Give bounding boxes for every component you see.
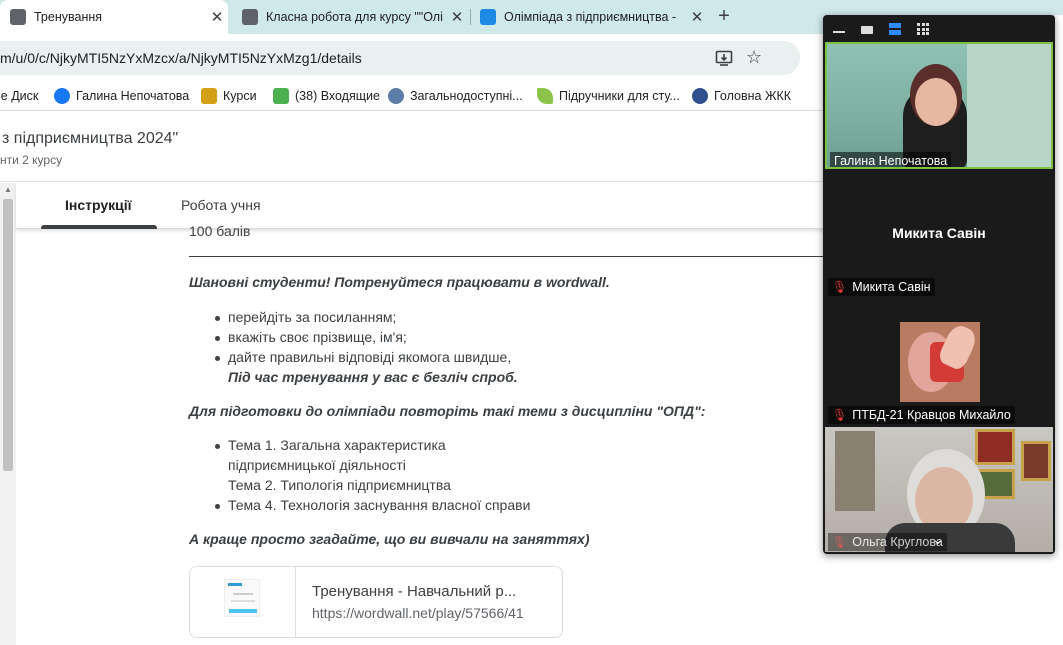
close-icon[interactable]: ✕ [446,8,468,26]
browser-tab-olympiad[interactable]: Олімпіада з підприємництва - ✕ [470,0,708,34]
list-item: вкажіть своє прізвище, ім'я; [215,329,407,345]
classroom-icon [242,9,258,25]
page-edge [1055,15,1063,645]
chevron-down-icon[interactable]: ⌄ [932,531,944,548]
bookmark-public[interactable]: Загальнодоступні... [388,87,523,105]
sites-icon [480,9,496,25]
tries-note: Під час тренування у вас є безліч спроб. [228,369,518,385]
address-bar[interactable]: m/u/0/c/NjkyMTI5NzYxMzcx/a/NjkyMTI5NzYxM… [0,41,800,75]
list-item: перейдіть за посиланням; [214,309,397,325]
tab-student-work[interactable]: Робота учня [181,197,261,213]
participant-name: Ольга Круглова [852,535,943,549]
wall-painting [975,429,1015,465]
bookmark-star-icon[interactable]: ☆ [746,47,762,68]
close-icon[interactable]: ✕ [206,8,228,26]
browser-tab-title: Тренування [34,10,103,24]
link-title: Тренування - Навчальний р... [312,583,517,600]
scrollbar[interactable]: ▲ [0,183,16,645]
participant-label: 🎙 Микита Савін [828,278,935,296]
video-tile-participant[interactable]: 🎙 Ольга Круглова ⌄ [825,427,1053,552]
facebook-icon [54,88,70,104]
bookmark-facebook[interactable]: Галина Непочатова [54,87,189,105]
bookmark-textbooks[interactable]: Підручники для сту... [537,87,680,105]
video-panel-toolbar [823,15,1055,41]
mail-icon [273,88,289,104]
courses-icon [201,88,217,104]
participant-center-name: Микита Савін [892,225,986,241]
bookmark-label: Підручники для сту... [559,89,680,103]
bookmark-label: Головна ЖКК [714,89,792,103]
divider [189,256,829,257]
browser-tab-training[interactable]: Тренування ✕ [0,0,228,34]
list-item: дайте правильні відповіді якомога швидше… [214,349,512,365]
globe-icon [692,88,708,104]
leaf-icon [537,88,553,104]
list-item-continuation: Тема 2. Типологія підприємництва [228,477,451,493]
url-text: m/u/0/c/NjkyMTI5NzYxMzcx/a/NjkyMTI5NzYxM… [0,50,362,66]
video-tile-camera-off[interactable]: Микита Савін 🎙 Микита Савін [825,172,1053,298]
speaker-view-icon[interactable] [889,23,901,35]
browser-tab-title: Класна робота для курсу ""Олі [266,10,443,24]
participant-label: 🎙 ПТБД-21 Кравцов Михайло [828,406,1015,424]
participant-label: 🎙 Ольга Круглова [828,533,947,551]
participant-name: ПТБД-21 Кравцов Михайло [852,408,1011,422]
bookmark-drive[interactable]: le Диск [0,87,38,105]
muted-mic-icon: 🎙 [832,535,848,549]
video-call-panel: Галина Непочатова Микита Савін 🎙 Микита … [823,15,1055,554]
hide-video-icon[interactable] [861,26,873,34]
muted-mic-icon: 🎙 [832,408,848,422]
page-subtitle: нти 2 курсу [0,153,63,167]
tab-instructions[interactable]: Інструкції [65,197,132,213]
muted-mic-icon: 🎙 [832,280,848,294]
video-tile-speaker[interactable]: Галина Непочатова [825,42,1053,169]
bookmark-label: Курси [223,89,257,103]
bookmark-mail[interactable]: (38) Входящие [273,87,380,105]
bookmark-label: Загальнодоступні... [410,89,523,103]
participant-name: Галина Непочатова [830,152,952,167]
video-tile-participant[interactable]: 🎙 ПТБД-21 Кравцов Михайло [825,300,1053,426]
video-thumbnail [900,322,980,402]
face-shape [915,78,957,126]
scroll-up-icon[interactable]: ▲ [4,185,12,194]
closing-text: А краще просто згадайте, що ви вивчали н… [189,531,590,547]
scroll-thumb[interactable] [3,199,13,471]
greeting-text: Шановні студенти! Потренуйтеся працювати… [189,274,610,290]
list-item-continuation: підприємницької діяльності [228,457,406,473]
participant-name: Микита Савін [852,280,931,294]
bookmark-label: le Диск [0,89,39,103]
active-tab-indicator [41,225,157,229]
list-item: Тема 4. Технологія заснування власної сп… [214,497,531,513]
close-icon[interactable]: ✕ [686,8,708,26]
bookmark-housing[interactable]: Головна ЖКК [692,87,791,105]
thumbnail-page [224,579,260,617]
points-label: 100 балів [189,223,251,239]
bookmark-label: (38) Входящие [295,89,380,103]
bookmark-courses[interactable]: Курси [201,87,257,105]
list-item: Тема 1. Загальна характеристика [215,437,446,453]
browser-tab-title: Олімпіада з підприємництва - [504,10,677,24]
link-url: https://wordwall.net/play/57566/41 [312,605,524,621]
install-app-icon[interactable] [715,49,733,67]
people-icon [388,88,404,104]
link-thumbnail [190,567,296,637]
gallery-view-icon[interactable] [917,23,929,35]
page-title: з підприємництва 2024" [2,130,179,147]
browser-tab-classwork[interactable]: Класна робота для курсу ""Олі ✕ [232,0,468,34]
new-tab-button[interactable]: + [712,4,736,28]
wordwall-link-card[interactable]: Тренування - Навчальний р... https://wor… [189,566,563,638]
bookmark-label: Галина Непочатова [76,89,190,103]
classroom-icon [10,9,26,25]
prep-heading: Для підготовки до олімпіади повторіть та… [189,403,706,419]
minimize-icon[interactable] [833,31,845,33]
